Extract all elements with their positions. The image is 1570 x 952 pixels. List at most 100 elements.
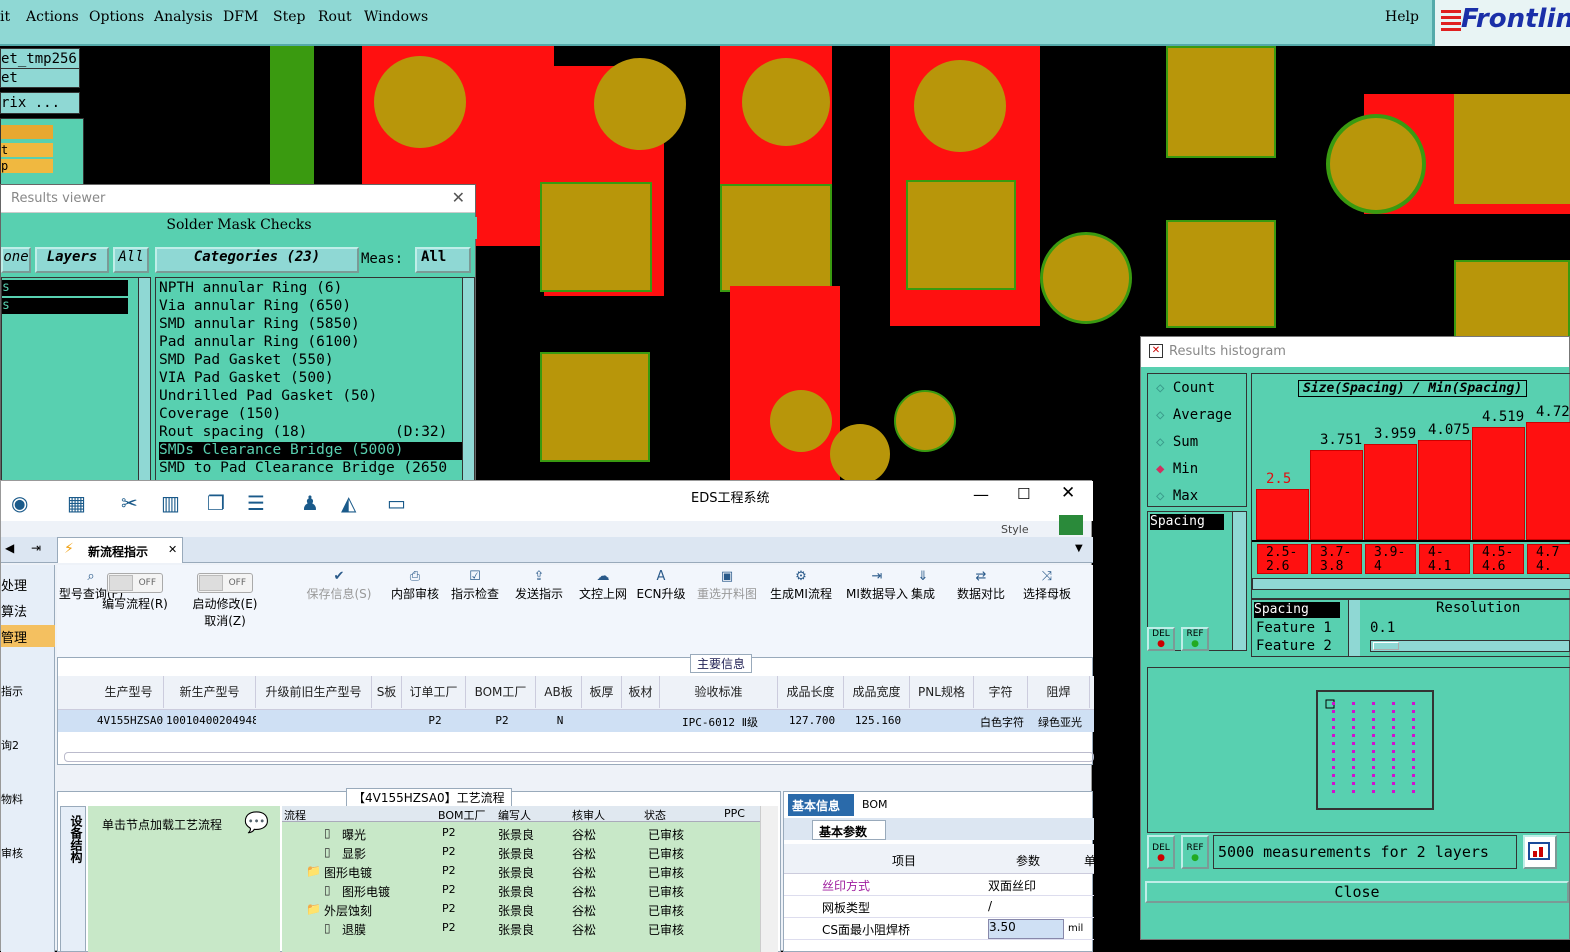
menu-windows[interactable]: Windows	[364, 9, 428, 25]
meas-select[interactable]: All	[415, 247, 471, 273]
column-header[interactable]: 板厚	[582, 676, 622, 708]
step-name-field[interactable]: et	[0, 68, 80, 88]
category-item[interactable]: Via annular Ring (650)	[159, 298, 471, 316]
film-icon[interactable]: ▥	[161, 491, 180, 515]
column-header[interactable]: PNL规格	[910, 676, 974, 708]
category-item[interactable]: Rout spacing (18) (D:32)	[159, 424, 471, 442]
chart-icon[interactable]	[1523, 835, 1557, 869]
maximize-icon[interactable]: ☐	[1017, 485, 1030, 503]
ref-button-bottom[interactable]: REF ●	[1181, 835, 1209, 869]
close-button[interactable]: Close	[1145, 881, 1569, 903]
ribbon-button[interactable]: OFF 启动修改(E) 取消(Z)	[185, 569, 265, 629]
basic-params-tab[interactable]: 基本参数	[812, 820, 886, 840]
close-icon[interactable]: ✕	[452, 188, 465, 207]
ribbon-button[interactable]: ⇄ 数据对比	[954, 569, 1008, 602]
ribbon-button[interactable]: ☑ 指示检查	[445, 569, 505, 602]
job-name-field[interactable]: et_tmp256	[0, 48, 80, 70]
layer-entry[interactable]: s	[2, 280, 128, 296]
feature-scrollbar[interactable]	[1348, 600, 1360, 656]
menu-actions[interactable]: Actions	[26, 9, 79, 25]
option-count[interactable]: ◇ Count	[1156, 380, 1215, 396]
param-value[interactable]: /	[988, 899, 992, 913]
minimize-icon[interactable]: —	[973, 485, 989, 504]
flow-scrollbar[interactable]	[760, 806, 778, 952]
column-header[interactable]: S板	[372, 676, 402, 708]
flow-row[interactable]: ▯ 曝光 P2 张景良 谷松 已审核	[282, 824, 772, 843]
table-cell[interactable]: N	[538, 714, 582, 727]
flow-row[interactable]: ▯ 显影 P2 张景良 谷松 已审核	[282, 843, 772, 862]
bin-label[interactable]: 3.9- 4	[1365, 544, 1416, 574]
flow-row[interactable]: ▯ 图形电镀 P2 张景良 谷松 已审核	[282, 881, 772, 900]
option-average[interactable]: ◇ Average	[1156, 407, 1232, 423]
column-header[interactable]: 成品长度	[778, 676, 844, 708]
histogram-bar[interactable]	[1526, 422, 1570, 540]
chart-area-icon[interactable]: ◭	[341, 491, 356, 515]
table-cell[interactable]: 4V155HZSA0	[96, 714, 164, 727]
category-item[interactable]: SMD Pad Gasket (550)	[159, 352, 471, 370]
param-row[interactable]: 丝印方式 双面丝印	[784, 874, 1094, 896]
menu-analysis[interactable]: Analysis	[154, 9, 213, 25]
bin-label[interactable]: 4- 4.1	[1419, 544, 1470, 574]
resolution-slider[interactable]	[1370, 640, 1570, 652]
table-cell[interactable]: 127.700	[780, 714, 844, 727]
category-item[interactable]: Coverage (150)	[159, 406, 471, 424]
tab-dropdown-icon[interactable]: ▼	[1075, 543, 1083, 554]
side-item[interactable]: 物料	[1, 791, 23, 807]
column-header[interactable]: 生产型号	[94, 676, 164, 708]
table-cell[interactable]: P2	[404, 714, 466, 727]
column-header[interactable]: 成品宽度	[844, 676, 910, 708]
feature-item[interactable]: Spacing	[1254, 602, 1340, 618]
nav-item[interactable]: 处理	[1, 575, 27, 594]
category-item[interactable]: Undrilled Pad Gasket (50)	[159, 388, 471, 406]
histogram-bar[interactable]	[1472, 427, 1525, 540]
column-header[interactable]: 升级前旧生产型号	[256, 676, 372, 708]
layers-button[interactable]: Layers	[35, 247, 109, 273]
layers-scrollbar[interactable]	[138, 278, 150, 482]
globe-icon[interactable]: ◉	[11, 491, 28, 515]
close-icon[interactable]: ✕	[1061, 483, 1075, 503]
categories-scrollbar[interactable]	[462, 278, 474, 482]
column-header[interactable]: 验收标准	[660, 676, 778, 708]
column-header[interactable]: 订单工厂	[402, 676, 466, 708]
param-value[interactable]: 双面丝印	[988, 877, 1036, 894]
menu-step[interactable]: Step	[273, 9, 305, 25]
category-item-selected[interactable]: SMDs Clearance Bridge (5000)	[159, 442, 471, 460]
bin-label[interactable]: 2.5- 2.6	[1257, 544, 1308, 574]
ribbon-button[interactable]: ✔ 保存信息(S)	[304, 569, 374, 602]
table-cell[interactable]: 125.160	[846, 714, 910, 727]
category-item[interactable]: VIA Pad Gasket (500)	[159, 370, 471, 388]
category-item[interactable]: Pad annular Ring (6100)	[159, 334, 471, 352]
categories-button[interactable]: Categories (23)	[155, 247, 359, 273]
nav-item-active[interactable]: 管理	[1, 625, 55, 647]
device-struct-tab[interactable]: 设备结构	[60, 806, 86, 952]
side-item[interactable]: 审核	[1, 845, 23, 861]
ref-button[interactable]: REF ●	[1181, 627, 1209, 651]
toggle-off[interactable]: OFF	[197, 573, 253, 593]
category-item[interactable]: NPTH annular Ring (6)	[159, 280, 471, 298]
layer-item[interactable]: t	[1, 143, 53, 157]
tab-new-flow[interactable]: ⚡ 新流程指示 ✕	[57, 537, 183, 563]
flow-column-header[interactable]: 流程	[284, 807, 306, 823]
matrix-button[interactable]: rix ...	[0, 92, 80, 114]
ribbon-button[interactable]: ▣ 重选开料图	[692, 569, 762, 602]
table-cell[interactable]: 白色字符	[976, 714, 1028, 730]
flow-row[interactable]: ▯ 退膜 P2 张景良 谷松 已审核	[282, 919, 772, 938]
option-sum[interactable]: ◇ Sum	[1156, 434, 1198, 450]
option-max[interactable]: ◇ Max	[1156, 488, 1198, 504]
nav-item[interactable]: 算法	[1, 601, 27, 620]
tab-close-icon[interactable]: ✕	[168, 543, 177, 556]
layer-item[interactable]: p	[1, 159, 53, 173]
ribbon-button[interactable]: ⤨ 选择母板	[1019, 569, 1075, 602]
side-item[interactable]: 指示	[1, 683, 23, 699]
flow-row[interactable]: 📁 外层蚀刻 P2 张景良 谷松 已审核	[282, 900, 772, 919]
param-row[interactable]: CS面最小阻焊桥 3.50 mil	[784, 918, 1094, 940]
none-button[interactable]: one	[1, 247, 31, 273]
option-min[interactable]: ◆ Min	[1156, 461, 1198, 477]
nav-back-icon[interactable]: ◀	[5, 541, 14, 555]
feature-item[interactable]: Feature 2	[1256, 638, 1332, 654]
ribbon-button[interactable]: A ECN升级	[636, 569, 686, 602]
param-row[interactable]: 网板类型 /	[784, 896, 1094, 918]
flow-column-header[interactable]: 编写人	[498, 807, 531, 823]
flow-row[interactable]: 📁 图形电镀 P2 张景良 谷松 已审核	[282, 862, 772, 881]
column-header[interactable]: 阻焊	[1028, 676, 1090, 708]
